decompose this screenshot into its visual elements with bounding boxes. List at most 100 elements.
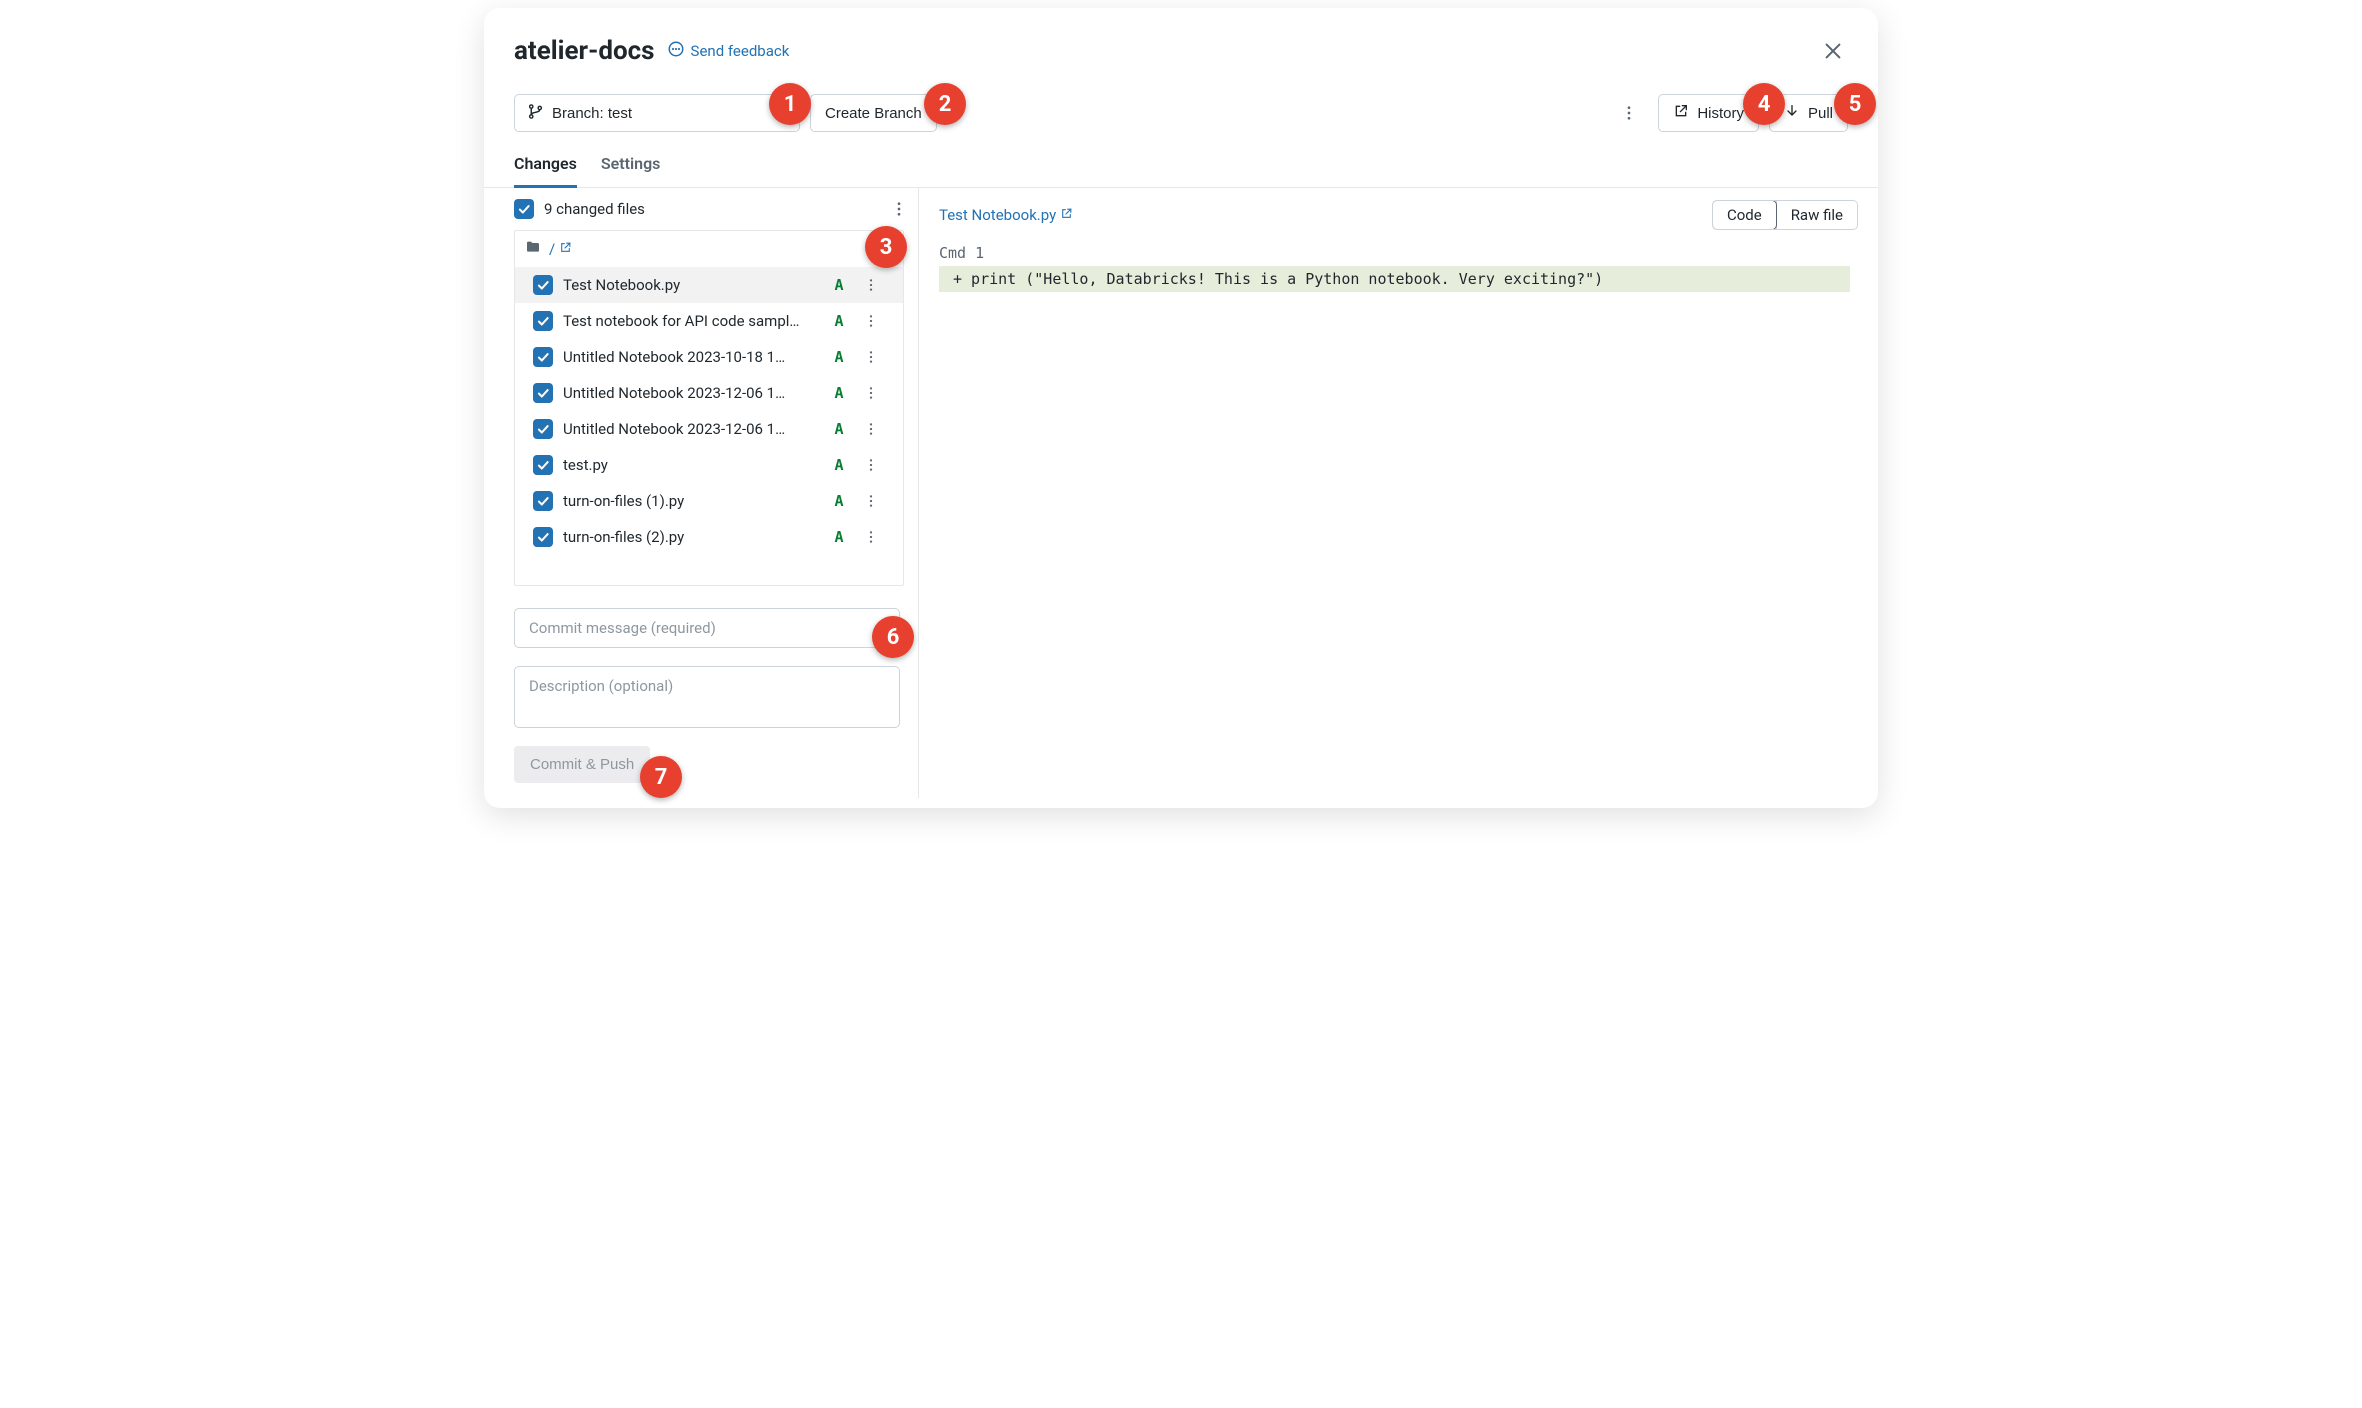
kebab-icon	[863, 389, 879, 404]
diff-block: Cmd 1 + print ("Hello, Databricks! This …	[939, 244, 1858, 292]
file-checkbox[interactable]	[533, 275, 553, 295]
file-checkbox[interactable]	[533, 491, 553, 511]
kebab-icon	[863, 533, 879, 548]
kebab-icon	[863, 317, 879, 332]
tab-changes[interactable]: Changes	[514, 144, 577, 188]
file-row[interactable]: turn-on-files (1).py A	[515, 483, 903, 519]
file-name: turn-on-files (1).py	[563, 492, 821, 510]
commit-description-input[interactable]	[514, 666, 900, 728]
file-checkbox[interactable]	[533, 455, 553, 475]
file-checkbox[interactable]	[533, 419, 553, 439]
kebab-icon	[863, 281, 879, 296]
diff-file-name: Test Notebook.py	[939, 206, 1056, 224]
file-checkbox[interactable]	[533, 347, 553, 367]
root-path-label: /	[549, 240, 555, 258]
kebab-icon	[863, 425, 879, 440]
file-row-overflow-button[interactable]	[857, 311, 885, 331]
diff-view-code[interactable]: Code	[1712, 200, 1777, 230]
callout-1: 1	[769, 83, 811, 125]
file-checkbox[interactable]	[533, 311, 553, 331]
file-status-badge: A	[831, 492, 847, 510]
toolbar-overflow-button[interactable]	[1610, 98, 1648, 128]
pull-label: Pull	[1808, 105, 1833, 122]
diff-cmd-label: Cmd 1	[939, 244, 1858, 266]
file-row-overflow-button[interactable]	[857, 491, 885, 511]
modal-body: 9 changed files /	[484, 188, 1878, 798]
git-modal: atelier-docs Send feedback Branch: test …	[484, 8, 1878, 808]
file-name: Untitled Notebook 2023-12-06 1…	[563, 420, 821, 438]
file-row-overflow-button[interactable]	[857, 347, 885, 367]
file-row-overflow-button[interactable]	[857, 419, 885, 439]
file-row[interactable]: test.py A	[515, 447, 903, 483]
changed-files-count: 9 changed files	[544, 200, 874, 218]
diff-header: Test Notebook.py Code Raw file	[939, 200, 1858, 230]
file-row[interactable]: Test Notebook.py A	[515, 267, 903, 303]
file-status-badge: A	[831, 456, 847, 474]
file-status-badge: A	[831, 312, 847, 330]
external-link-icon	[559, 240, 572, 258]
file-status-badge: A	[831, 420, 847, 438]
commit-area: Commit & Push	[484, 590, 918, 783]
file-row[interactable]: Untitled Notebook 2023-12-06 1… A	[515, 375, 903, 411]
root-folder-link[interactable]: /	[549, 240, 572, 258]
commit-push-button[interactable]: Commit & Push	[514, 746, 650, 783]
file-list[interactable]: / Test Notebook.pyATest notebook for API…	[515, 231, 903, 585]
kebab-icon	[863, 497, 879, 512]
file-status-badge: A	[831, 276, 847, 294]
file-status-badge: A	[831, 348, 847, 366]
file-checkbox[interactable]	[533, 527, 553, 547]
kebab-icon	[1620, 110, 1638, 125]
create-branch-button[interactable]: Create Branch	[810, 94, 937, 132]
feedback-label: Send feedback	[691, 42, 790, 60]
git-branch-icon	[527, 103, 544, 124]
file-status-badge: A	[831, 528, 847, 546]
file-row[interactable]: Untitled Notebook 2023-10-18 1… A	[515, 339, 903, 375]
file-name: Test Notebook.py	[563, 276, 821, 294]
file-name: Untitled Notebook 2023-12-06 1…	[563, 384, 821, 402]
file-tree: / Test Notebook.pyATest notebook for API…	[514, 230, 904, 586]
file-row[interactable]: turn-on-files (2).py A	[515, 519, 903, 555]
commit-message-input[interactable]	[514, 608, 900, 648]
external-link-icon	[1673, 103, 1689, 123]
repo-title: atelier-docs	[514, 36, 655, 66]
kebab-icon	[863, 461, 879, 476]
diff-view-raw[interactable]: Raw file	[1776, 201, 1857, 229]
file-checkbox[interactable]	[533, 383, 553, 403]
close-icon	[1822, 50, 1844, 65]
toolbar: Branch: test Create Branch History Pull	[484, 66, 1878, 144]
send-feedback-link[interactable]: Send feedback	[667, 40, 790, 62]
branch-selector[interactable]: Branch: test	[514, 94, 800, 132]
external-link-icon	[1060, 206, 1073, 224]
callout-5: 5	[1834, 83, 1876, 125]
changes-overflow-button[interactable]	[884, 198, 914, 220]
callout-7: 7	[640, 756, 682, 798]
diff-file-link[interactable]: Test Notebook.py	[939, 206, 1073, 224]
modal-header: atelier-docs Send feedback	[484, 8, 1878, 66]
branch-label: Branch: test	[552, 105, 632, 122]
file-row[interactable]: Untitled Notebook 2023-12-06 1… A	[515, 411, 903, 447]
file-row-overflow-button[interactable]	[857, 383, 885, 403]
callout-3: 3	[865, 226, 907, 268]
kebab-icon	[890, 206, 908, 221]
file-name: test.py	[563, 456, 821, 474]
file-name: turn-on-files (2).py	[563, 528, 821, 546]
file-row-overflow-button[interactable]	[857, 527, 885, 547]
file-name: Untitled Notebook 2023-10-18 1…	[563, 348, 821, 366]
file-status-badge: A	[831, 384, 847, 402]
changes-panel: 9 changed files /	[484, 188, 919, 798]
tab-settings[interactable]: Settings	[601, 144, 661, 188]
chat-icon	[667, 40, 685, 62]
kebab-icon	[863, 353, 879, 368]
changes-header: 9 changed files	[484, 188, 918, 230]
file-row[interactable]: Test notebook for API code sampl… A	[515, 303, 903, 339]
diff-panel: Test Notebook.py Code Raw file Cmd 1 + p…	[919, 188, 1878, 798]
close-button[interactable]	[1818, 36, 1848, 66]
file-row-overflow-button[interactable]	[857, 455, 885, 475]
select-all-checkbox[interactable]	[514, 199, 534, 219]
file-name: Test notebook for API code sampl…	[563, 312, 821, 330]
callout-6: 6	[872, 616, 914, 658]
file-row-overflow-button[interactable]	[857, 275, 885, 295]
diff-view-toggle: Code Raw file	[1712, 200, 1858, 230]
folder-row: /	[515, 231, 903, 267]
diff-added-line: + print ("Hello, Databricks! This is a P…	[939, 266, 1858, 292]
